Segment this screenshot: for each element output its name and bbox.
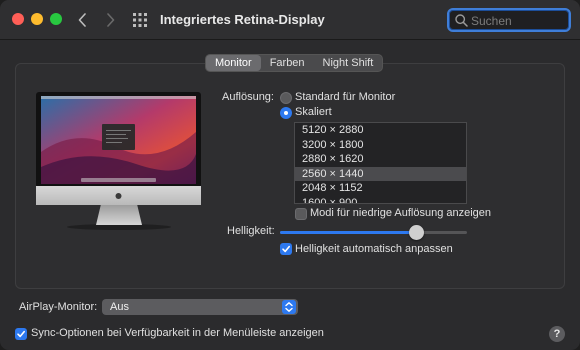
forward-button[interactable] <box>100 9 120 31</box>
checkmark-icon <box>17 330 25 338</box>
tab-monitor[interactable]: Monitor <box>206 55 261 71</box>
resolution-label: Auflösung: <box>222 91 274 103</box>
auto-brightness-checkbox[interactable] <box>280 243 292 255</box>
chevron-right-icon <box>106 13 114 27</box>
scaled-resolution-list[interactable]: 5120 × 2880 3200 × 1800 2880 × 1620 2560… <box>294 122 467 204</box>
airplay-label: AirPlay-Monitor: <box>19 301 98 313</box>
search-field[interactable] <box>447 8 571 32</box>
back-button[interactable] <box>72 9 92 31</box>
brightness-slider-fill <box>280 231 417 234</box>
help-button[interactable]: ? <box>549 326 565 342</box>
chevron-left-icon <box>78 13 86 27</box>
low-res-modes-checkbox[interactable] <box>295 208 307 220</box>
list-item[interactable]: 2048 × 1152 <box>295 181 466 196</box>
list-item[interactable]: 1600 × 900 <box>295 196 466 204</box>
list-item-selected[interactable]: 2560 × 1440 <box>295 166 466 181</box>
maximize-window-button[interactable] <box>50 13 62 25</box>
sync-options-label: Sync-Optionen bei Verfügbarkeit in der M… <box>31 327 324 339</box>
radio-default-label: Standard für Monitor <box>295 91 396 103</box>
grid-icon <box>133 13 147 27</box>
sync-options-checkbox[interactable] <box>15 328 27 340</box>
brightness-label: Helligkeit: <box>227 225 275 237</box>
select-stepper <box>282 300 296 314</box>
list-item[interactable]: 3200 × 1800 <box>295 138 466 153</box>
up-down-chevron-icon <box>285 302 293 312</box>
radio-default-for-display[interactable] <box>280 92 292 104</box>
search-icon <box>455 14 468 27</box>
tab-farben[interactable]: Farben <box>261 55 314 71</box>
search-input[interactable] <box>471 12 567 30</box>
system-preferences-window: Integriertes Retina-Display Monitor Farb… <box>0 0 580 350</box>
segmented-tabs: Monitor Farben Night Shift <box>205 54 384 72</box>
list-item[interactable]: 5120 × 2880 <box>295 123 466 138</box>
radio-scaled[interactable] <box>280 107 292 119</box>
close-window-button[interactable] <box>12 13 24 25</box>
low-res-modes-label: Modi für niedrige Auflösung anzeigen <box>310 207 492 219</box>
airplay-select-value: Aus <box>110 301 129 313</box>
list-item[interactable]: 2880 × 1620 <box>295 152 466 167</box>
tab-night-shift[interactable]: Night Shift <box>314 55 383 71</box>
checkmark-icon <box>282 245 290 253</box>
window-title: Integriertes Retina-Display <box>160 12 325 27</box>
imac-display-image <box>36 92 201 230</box>
minimize-window-button[interactable] <box>31 13 43 25</box>
airplay-select[interactable]: Aus <box>102 299 298 315</box>
show-all-button[interactable] <box>131 11 149 29</box>
title-bar: Integriertes Retina-Display <box>0 0 580 40</box>
auto-brightness-label: Helligkeit automatisch anpassen <box>295 243 453 255</box>
radio-scaled-label: Skaliert <box>295 106 332 118</box>
brightness-slider-knob[interactable] <box>409 225 424 240</box>
